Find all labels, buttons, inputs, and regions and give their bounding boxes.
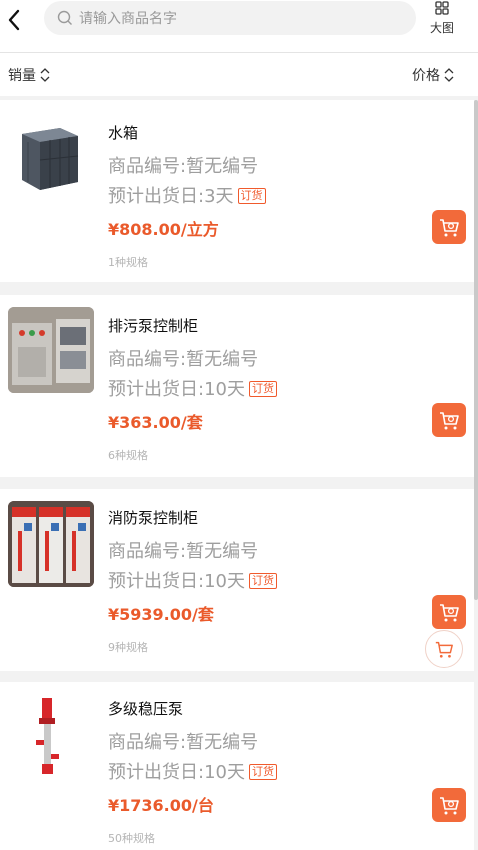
sort-by-sales[interactable]: 销量 <box>8 65 52 85</box>
ship-estimate: 预计出货日:3天 订货 <box>108 182 266 208</box>
big-view-label: 大图 <box>429 21 454 35</box>
sort-arrows-icon <box>40 68 50 82</box>
cart-icon <box>440 412 459 430</box>
product-card[interactable]: 水箱 商品编号:暂无编号 预计出货日:3天 订货 ¥808.00/立方 1种规格 <box>0 100 474 282</box>
ship-estimate: 预计出货日:10天 订货 <box>108 567 277 593</box>
order-tag: 订货 <box>237 188 266 204</box>
sort-arrows-icon <box>444 68 454 82</box>
sort-sales-label: 销量 <box>8 68 36 84</box>
ship-estimate: 预计出货日:10天 订货 <box>108 375 277 401</box>
product-name: 排污泵控制柜 <box>108 317 199 335</box>
top-bar: 请输入商品名字 大图 <box>0 0 478 52</box>
product-image-water-tank <box>8 112 94 198</box>
search-input[interactable]: 请输入商品名字 <box>44 1 416 35</box>
product-code: 商品编号:暂无编号 <box>108 349 259 370</box>
product-price: ¥1736.00/台 <box>108 796 214 815</box>
add-to-cart-button[interactable] <box>432 788 466 822</box>
order-tag: 订货 <box>248 573 277 589</box>
product-image-fire-cabinet <box>8 501 94 587</box>
ship-text: 预计出货日:3天 <box>108 186 234 207</box>
add-to-cart-button[interactable] <box>432 403 466 437</box>
product-card[interactable]: 多级稳压泵 商品编号:暂无编号 预计出货日:10天 订货 ¥1736.00/台 5… <box>0 682 474 850</box>
product-name: 多级稳压泵 <box>108 700 184 718</box>
product-code: 商品编号:暂无编号 <box>108 541 259 562</box>
ship-estimate: 预计出货日:10天 订货 <box>108 758 277 784</box>
cart-icon <box>440 797 459 815</box>
spec-count: 9种规格 <box>108 641 148 654</box>
product-code: 商品编号:暂无编号 <box>108 156 259 177</box>
cart-icon <box>435 641 453 658</box>
product-price: ¥5939.00/套 <box>108 605 214 624</box>
floating-cart-button[interactable] <box>425 630 463 668</box>
order-tag: 订货 <box>248 381 277 397</box>
product-code: 商品编号:暂无编号 <box>108 732 259 753</box>
search-placeholder: 请输入商品名字 <box>79 11 177 27</box>
ship-text: 预计出货日:10天 <box>108 571 245 592</box>
cart-icon <box>440 604 459 622</box>
scrollbar[interactable] <box>474 100 478 600</box>
spec-count: 6种规格 <box>108 449 148 462</box>
product-image-multistage-pump <box>8 694 94 780</box>
product-card[interactable]: 消防泵控制柜 商品编号:暂无编号 预计出货日:10天 订货 ¥5939.00/套 … <box>0 489 474 671</box>
big-view-toggle[interactable]: 大图 <box>424 0 460 40</box>
spec-count: 50种规格 <box>108 832 155 845</box>
sort-by-price[interactable]: 价格 <box>412 65 456 85</box>
sort-price-label: 价格 <box>412 68 440 84</box>
product-card[interactable]: 排污泵控制柜 商品编号:暂无编号 预计出货日:10天 订货 ¥363.00/套 6… <box>0 295 474 477</box>
ship-text: 预计出货日:10天 <box>108 762 245 783</box>
order-tag: 订货 <box>248 764 277 780</box>
cart-icon <box>440 219 459 237</box>
product-name: 水箱 <box>108 124 139 142</box>
ship-text: 预计出货日:10天 <box>108 379 245 400</box>
spec-count: 1种规格 <box>108 256 148 269</box>
search-icon <box>57 10 72 25</box>
product-price: ¥363.00/套 <box>108 413 203 432</box>
product-price: ¥808.00/立方 <box>108 220 219 239</box>
product-name: 消防泵控制柜 <box>108 509 199 527</box>
back-arrow-icon[interactable] <box>2 6 30 34</box>
add-to-cart-button[interactable] <box>432 210 466 244</box>
product-image-sewage-cabinet <box>8 307 94 393</box>
grid-icon <box>435 1 449 15</box>
sort-bar: 销量 价格 <box>0 52 478 96</box>
add-to-cart-button[interactable] <box>432 595 466 629</box>
